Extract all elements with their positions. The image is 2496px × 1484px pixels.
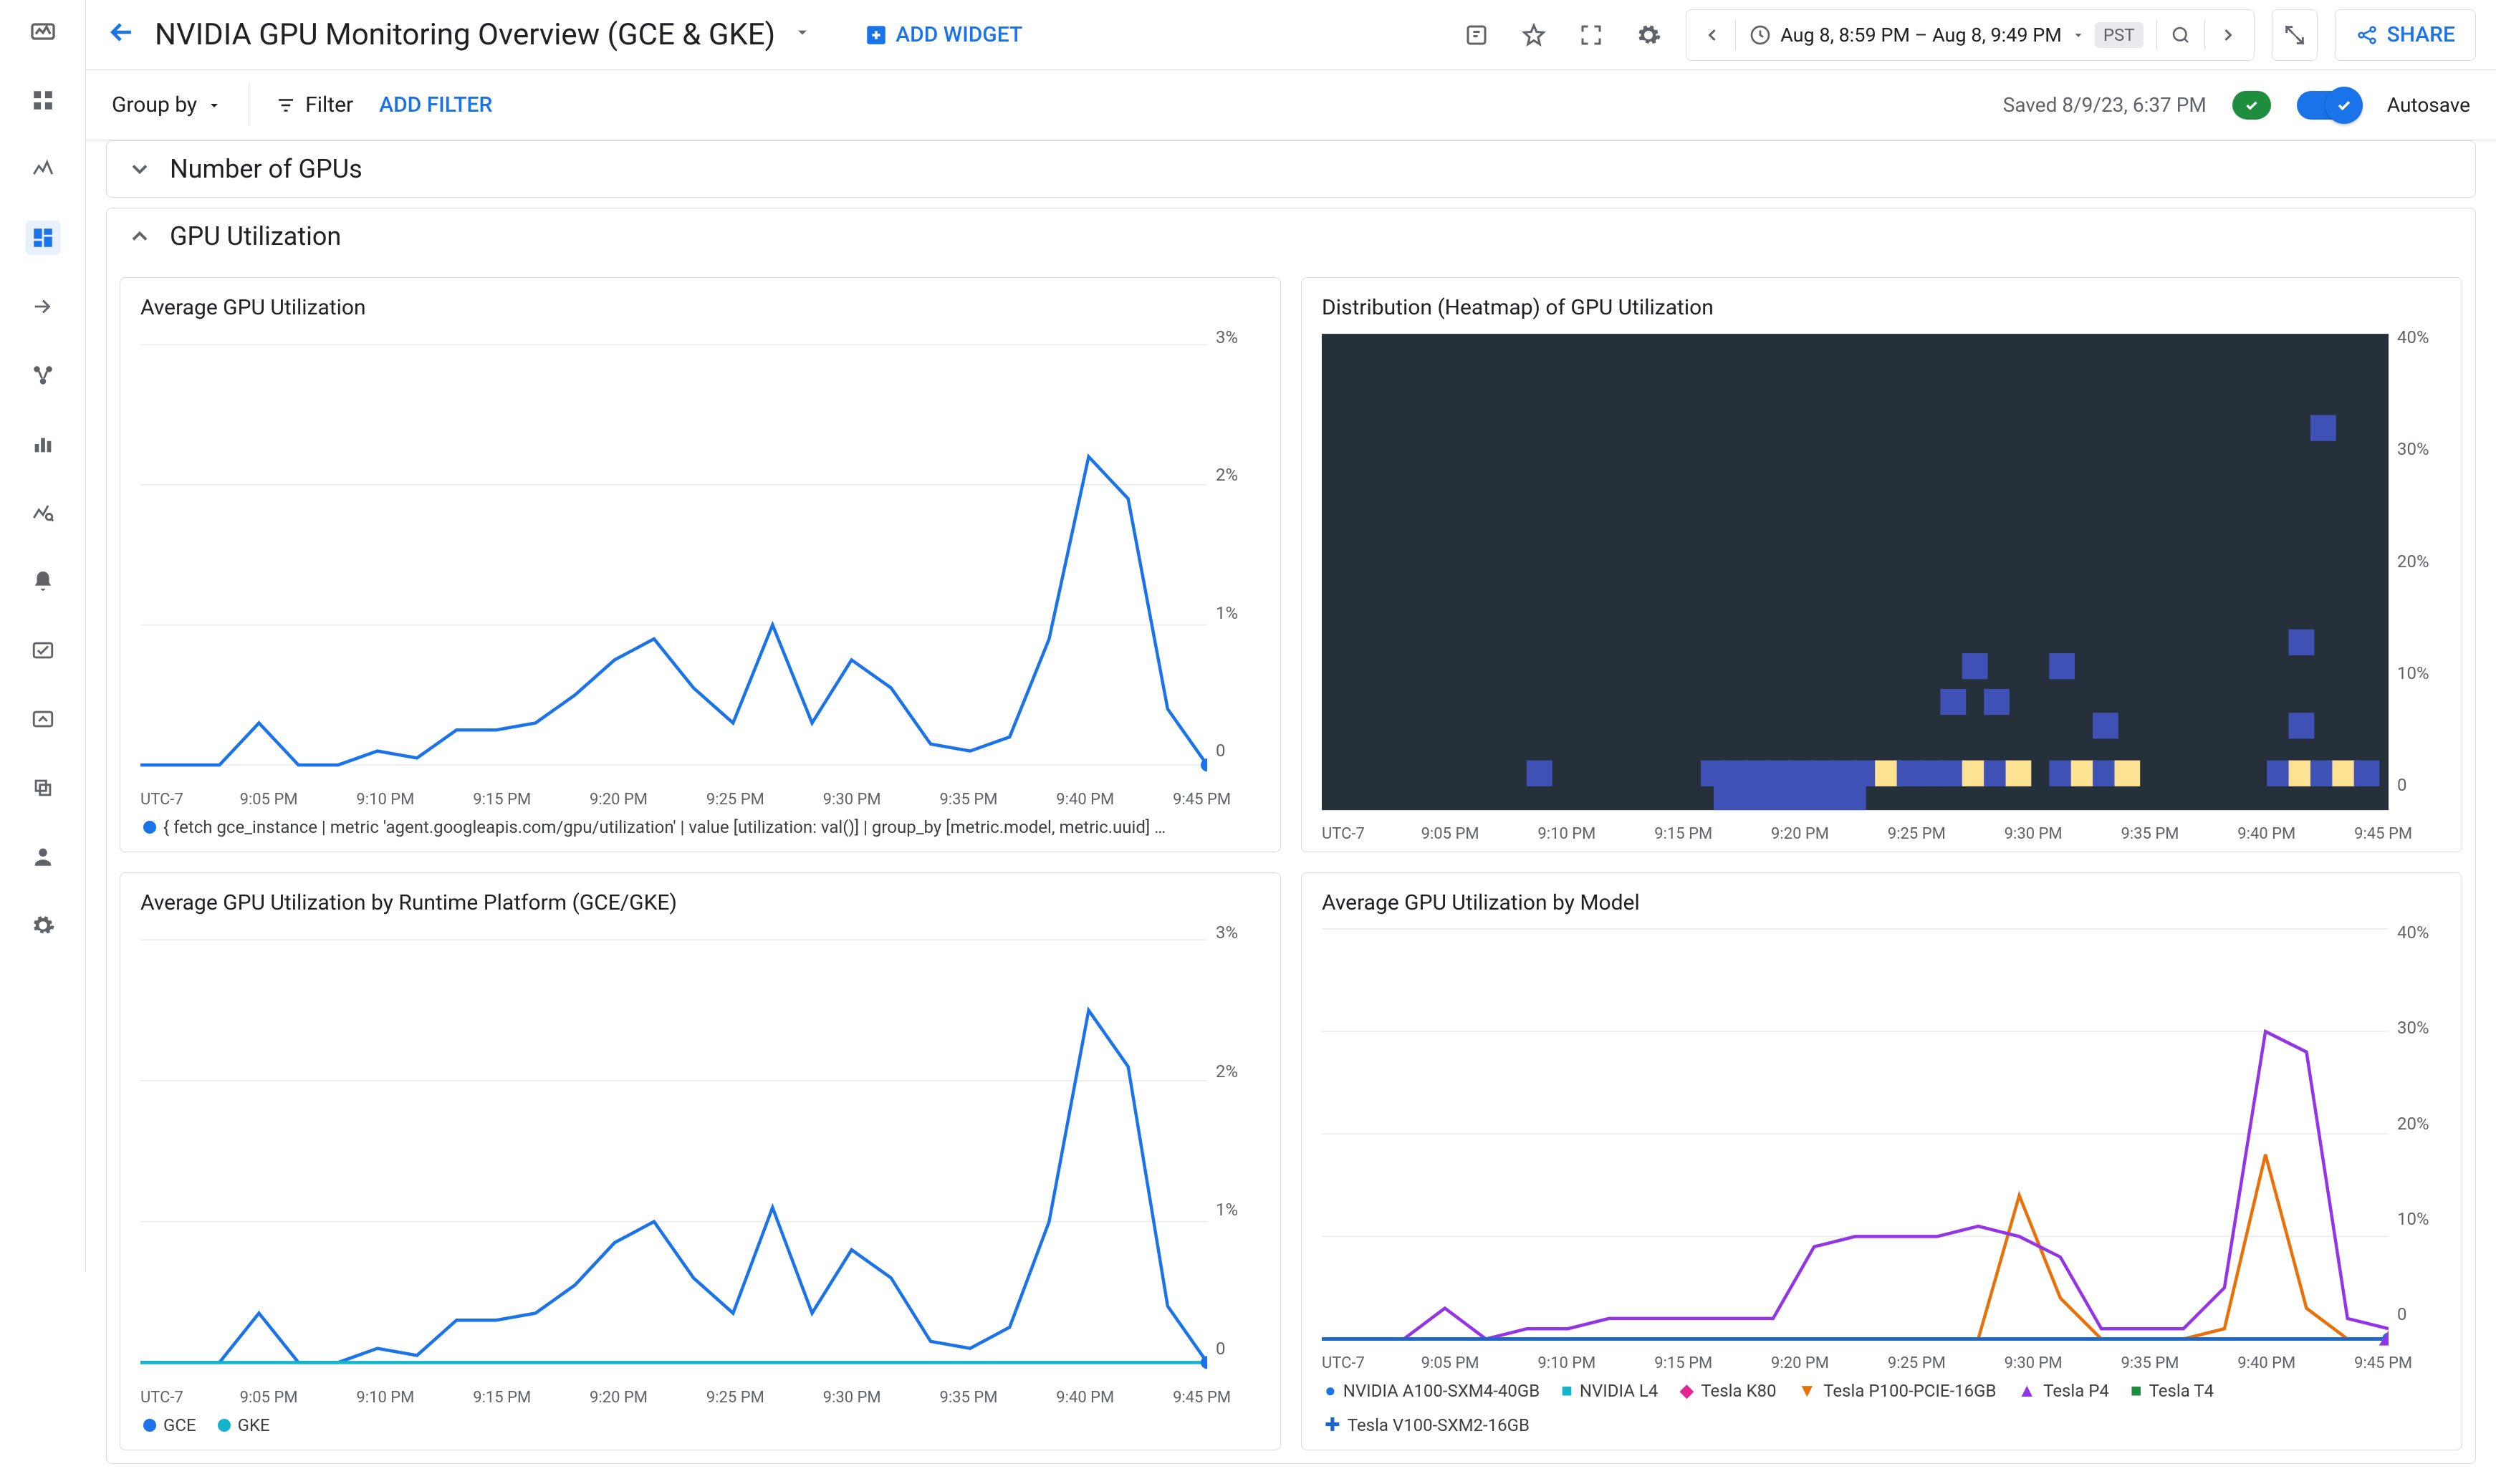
heatmap-chart[interactable] [1322,323,2389,821]
check-icon [2334,95,2354,115]
chevron-up-icon [127,223,153,249]
services-icon[interactable] [26,358,60,392]
group-by-button[interactable]: Group by [112,84,249,125]
section-header-util[interactable]: GPU Utilization [107,208,2475,264]
chevron-down-icon [2070,27,2086,43]
line-chart-avg[interactable] [140,323,1207,786]
share-icon [2356,24,2379,47]
y-axis: 3%2%1%0 [1207,918,1260,1384]
chart-title: Average GPU Utilization by Model [1322,890,2442,915]
line-chart-platform[interactable] [140,918,1207,1384]
card-by-model: Average GPU Utilization by Model 40%30%2… [1301,872,2462,1450]
chart-legend: { fetch gce_instance | metric 'agent.goo… [140,809,1260,843]
time-range-label: Aug 8, 8:59 PM – Aug 8, 9:49 PM [1780,24,2062,47]
autosave-label: Autosave [2387,93,2470,117]
metrics-explorer-icon[interactable] [26,152,60,186]
alerting-icon[interactable] [26,564,60,599]
dashboard-title: NVIDIA GPU Monitoring Overview (GCE & GK… [155,17,775,52]
star-icon[interactable] [1514,15,1554,55]
legend-item[interactable]: ▼Tesla P100-PCIE-16GB [1797,1381,1996,1401]
cloud-saved-icon [2232,91,2271,120]
notes-icon[interactable] [1456,15,1497,55]
y-axis: 40%30%20%10%0 [2389,918,2442,1350]
legend-item[interactable]: ✚Tesla V100-SXM2-16GB [1325,1415,1530,1435]
x-axis: UTC-79:05 PM9:10 PM9:15 PM9:20 PM9:25 PM… [1322,821,2442,843]
time-next-button[interactable] [2208,10,2248,60]
auto-refresh-icon[interactable] [2272,9,2318,61]
group-by-label: Group by [112,92,197,117]
toolbar: Group by Filter ADD FILTER Saved 8/9/23,… [86,70,2496,140]
legend-item[interactable]: GKE [218,1415,270,1435]
title-dropdown-icon[interactable] [792,22,812,47]
legend-item[interactable]: GCE [143,1415,196,1435]
dashboard-body: Number of GPUs GPU Utilization Average G… [86,140,2496,1484]
uptime-icon[interactable] [26,633,60,668]
chevron-down-icon [206,97,223,114]
section-gpu-utilization: GPU Utilization Average GPU Utilization … [106,208,2476,1464]
card-heatmap: Distribution (Heatmap) of GPU Utilizatio… [1301,277,2462,852]
monitoring-logo-icon[interactable] [26,14,60,49]
legend-item[interactable]: { fetch gce_instance | metric 'agent.goo… [143,817,1166,837]
legend-item[interactable]: ▲Tesla P4 [2017,1381,2108,1401]
overview-icon[interactable] [26,83,60,117]
time-range-button[interactable]: Aug 8, 8:59 PM – Aug 8, 9:49 PM PST [1739,10,2153,60]
card-by-platform: Average GPU Utilization by Runtime Platf… [120,872,1281,1450]
section-title: GPU Utilization [170,221,341,251]
chart-legend: ●NVIDIA A100-SXM4-40GB ■NVIDIA L4 ◆Tesla K… [1322,1372,2442,1441]
legend-item[interactable]: ■Tesla T4 [2131,1381,2214,1401]
legend-label: { fetch gce_instance | metric 'agent.goo… [163,817,1166,837]
add-widget-button[interactable]: ADD WIDGET [864,22,1022,47]
gear-icon[interactable] [1628,15,1669,55]
share-label: SHARE [2387,22,2455,47]
y-axis: 40%30%20%10%0 [2389,323,2442,821]
add-widget-label: ADD WIDGET [896,22,1022,47]
share-button[interactable]: SHARE [2335,9,2476,61]
y-axis: 3%2%1%0 [1207,323,1260,786]
timezone-badge: PST [2095,22,2144,48]
chart-title: Average GPU Utilization [140,295,1260,320]
chart-title: Distribution (Heatmap) of GPU Utilizatio… [1322,295,2442,320]
bar-chart-icon[interactable] [26,427,60,461]
line-chart-model[interactable] [1322,918,2389,1350]
chart-legend: GCE GKE [140,1407,1260,1441]
legend-item[interactable]: ■NVIDIA L4 [1561,1381,1658,1401]
chart-title: Average GPU Utilization by Runtime Platf… [140,890,1260,915]
x-axis: UTC-79:05 PM9:10 PM9:15 PM9:20 PM9:25 PM… [1322,1350,2442,1372]
fullscreen-icon[interactable] [1571,15,1611,55]
section-title: Number of GPUs [170,154,363,184]
time-prev-button[interactable] [1692,10,1732,60]
groups-icon[interactable] [26,771,60,805]
back-arrow-icon[interactable] [106,16,138,53]
x-axis: UTC-79:05 PM9:10 PM9:15 PM9:20 PM9:25 PM… [140,786,1260,809]
line-explore-icon[interactable] [26,496,60,530]
filter-button[interactable]: Filter [275,92,353,117]
settings-icon[interactable] [26,908,60,943]
saved-timestamp: Saved 8/9/23, 6:37 PM [2003,93,2207,117]
section-number-of-gpus: Number of GPUs [106,140,2476,198]
section-header-gpus[interactable]: Number of GPUs [107,141,2475,197]
autosave-toggle[interactable] [2297,91,2361,120]
filter-icon [275,95,297,116]
time-range-picker: Aug 8, 8:59 PM – Aug 8, 9:49 PM PST [1686,9,2254,61]
synthetic-icon[interactable] [26,702,60,736]
clock-icon [1749,24,1772,47]
user-icon[interactable] [26,839,60,874]
x-axis: UTC-79:05 PM9:10 PM9:15 PM9:20 PM9:25 PM… [140,1384,1260,1407]
legend-item[interactable]: ◆Tesla K80 [1679,1381,1776,1401]
add-filter-button[interactable]: ADD FILTER [379,92,492,117]
legend-item[interactable]: ●NVIDIA A100-SXM4-40GB [1325,1381,1540,1401]
dashboards-icon[interactable] [26,221,60,255]
chart-grid: Average GPU Utilization 3%2%1%0 UTC-79:0… [107,277,2475,1463]
filter-label: Filter [305,92,353,117]
chevron-down-icon [127,156,153,182]
card-avg-gpu-util: Average GPU Utilization 3%2%1%0 UTC-79:0… [120,277,1281,852]
plus-box-icon [864,23,888,47]
page-header: NVIDIA GPU Monitoring Overview (GCE & GK… [86,0,2496,70]
left-nav-rail [0,0,86,1272]
import-icon[interactable] [26,289,60,324]
time-zoom-button[interactable] [2160,10,2202,60]
